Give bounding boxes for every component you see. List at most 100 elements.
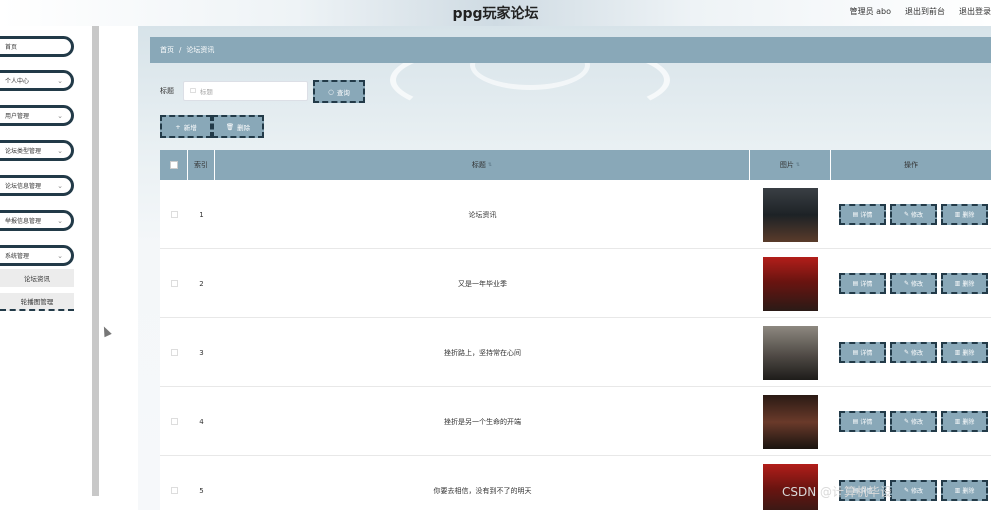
trash-icon: ▥	[954, 349, 961, 356]
sidebar-item-home[interactable]: 首页	[0, 36, 74, 57]
delete-button[interactable]: ▥ 删除	[941, 480, 988, 501]
delete-button[interactable]: ▥ 删除	[941, 342, 988, 363]
document-icon: ▤	[852, 280, 859, 287]
table-row: 2 又是一年毕业季 ▤ 详情 ✎ 修改 ▥ 删除	[160, 249, 991, 318]
table-row: 4 挫折是另一个生命的开端 ▤ 详情 ✎ 修改 ▥ 删除	[160, 387, 991, 456]
delete-button[interactable]: ▥ 删除	[941, 204, 988, 225]
trash-icon: ▥	[954, 487, 961, 494]
pencil-icon: ✎	[903, 211, 909, 218]
batch-delete-button[interactable]: 🗑 删除	[212, 115, 264, 138]
data-table: 索引 标题 ⇅ 图片 ⇅ 操作 1 论坛资讯 ▤ 详情 ✎ 修改 ▥ 删除 2 又是一年毕业季 ▤ 详情 ✎…	[160, 150, 991, 510]
row-title: 又是一年毕业季	[458, 279, 507, 288]
table-header: 索引 标题 ⇅ 图片 ⇅ 操作	[160, 150, 991, 180]
detail-button[interactable]: ▤ 详情	[839, 342, 886, 363]
site-title: ppg玩家论坛	[452, 6, 539, 22]
row-index: 1	[199, 210, 204, 219]
chevron-down-icon: ⌄	[57, 112, 63, 120]
admin-user-label: 管理员 abo	[849, 7, 891, 16]
breadcrumb: 首页 / 论坛资讯	[150, 37, 991, 63]
row-title: 论坛资讯	[468, 210, 497, 219]
column-title[interactable]: 标题 ⇅	[215, 150, 750, 180]
row-select-cell	[160, 456, 188, 510]
row-index: 2	[199, 279, 204, 288]
pencil-icon: ✎	[903, 487, 909, 494]
trash-icon: ▥	[954, 280, 961, 287]
search-button[interactable]: ○ 查询	[313, 80, 365, 103]
row-title: 挫折是另一个生命的开端	[444, 417, 521, 426]
delete-button[interactable]: ▥ 删除	[941, 273, 988, 294]
sidebar-item-forum-type-management[interactable]: 论坛类型管理 ⌄	[0, 140, 74, 161]
row-title: 挫折路上，坚持常在心间	[444, 348, 521, 357]
search-button-label: 查询	[336, 88, 350, 97]
chevron-down-icon: ⌄	[57, 252, 63, 260]
sidebar-item-label: 论坛类型管理	[5, 148, 42, 155]
poster-image	[763, 394, 818, 449]
select-all-cell	[160, 150, 188, 180]
chevron-down-icon: ⌄	[57, 147, 63, 155]
row-select-cell	[160, 180, 188, 249]
breadcrumb-current: 论坛资讯	[186, 46, 215, 54]
column-image[interactable]: 图片 ⇅	[750, 150, 831, 180]
row-image-cell	[750, 180, 831, 249]
top-header: ppg玩家论坛 管理员 abo 退出到前台 退出登录	[0, 0, 991, 26]
search-input[interactable]: ☐ 标题	[183, 81, 308, 101]
sidebar-item-label: 首页	[5, 44, 18, 51]
detail-button[interactable]: ▤ 详情	[839, 204, 886, 225]
header-links: 管理员 abo 退出到前台 退出登录	[850, 6, 991, 17]
sidebar-item-label: 论坛信息管理	[5, 183, 42, 190]
sidebar-item-report-management[interactable]: 举报信息管理 ⌄	[0, 210, 74, 231]
row-select-cell	[160, 387, 188, 456]
row-checkbox[interactable]	[170, 349, 178, 356]
add-button[interactable]: + 新增	[160, 115, 212, 138]
select-all-checkbox[interactable]	[169, 161, 178, 169]
sidebar-scrollbar[interactable]	[92, 26, 99, 496]
row-checkbox[interactable]	[170, 280, 178, 287]
edit-button[interactable]: ✎ 修改	[890, 411, 937, 432]
sidebar-item-personal-center[interactable]: 个人中心 ⌄	[0, 70, 74, 91]
row-checkbox[interactable]	[170, 211, 178, 218]
column-actions: 操作	[904, 161, 918, 169]
row-title: 你要去相信，没有到不了的明天	[433, 486, 532, 495]
logout-link[interactable]: 退出登录	[959, 6, 991, 17]
row-image-cell	[750, 249, 831, 318]
table-row: 1 论坛资讯 ▤ 详情 ✎ 修改 ▥ 删除	[160, 180, 991, 249]
pencil-icon: ✎	[903, 280, 909, 287]
row-image-cell	[750, 318, 831, 387]
trash-icon: ▥	[954, 211, 961, 218]
detail-button[interactable]: ▤ 详情	[839, 273, 886, 294]
sidebar: 首页 个人中心 ⌄ 用户管理 ⌄ 论坛类型管理 ⌄ 论坛信息管理 ⌄ 举报信息管…	[0, 26, 92, 510]
chevron-down-icon: ⌄	[57, 182, 63, 190]
document-icon: ▤	[852, 418, 859, 425]
sidebar-item-system-management[interactable]: 系统管理 ⌄	[0, 245, 74, 266]
breadcrumb-home[interactable]: 首页	[160, 45, 174, 55]
trash-icon: ▥	[954, 418, 961, 425]
edit-button[interactable]: ✎ 修改	[890, 204, 937, 225]
exit-to-front-link[interactable]: 退出到前台	[905, 6, 945, 17]
edit-button[interactable]: ✎ 修改	[890, 273, 937, 294]
row-index: 3	[199, 348, 204, 357]
watermark: CSDN @计算机毕设	[782, 485, 893, 499]
sort-icon: ⇅	[487, 162, 493, 168]
delete-button-label: 删除	[237, 123, 251, 132]
delete-button[interactable]: ▥ 删除	[941, 411, 988, 432]
sidebar-item-label: 举报信息管理	[5, 218, 42, 225]
search-icon: ○	[328, 87, 334, 96]
pencil-icon: ✎	[903, 349, 909, 356]
row-checkbox[interactable]	[170, 418, 178, 425]
submenu-item-carousel-management[interactable]: 轮播图管理	[0, 293, 74, 311]
row-select-cell	[160, 249, 188, 318]
row-checkbox[interactable]	[170, 487, 178, 494]
sidebar-item-forum-info-management[interactable]: 论坛信息管理 ⌄	[0, 175, 74, 196]
trash-icon: 🗑	[225, 122, 235, 131]
row-image-cell	[750, 387, 831, 456]
submenu-item-forum-news[interactable]: 论坛资讯	[0, 269, 74, 287]
detail-button[interactable]: ▤ 详情	[839, 411, 886, 432]
table-row: 3 挫折路上，坚持常在心间 ▤ 详情 ✎ 修改 ▥ 删除	[160, 318, 991, 387]
poster-image	[763, 325, 818, 380]
edit-button[interactable]: ✎ 修改	[890, 480, 937, 501]
sort-icon: ⇅	[795, 162, 801, 168]
row-select-cell	[160, 318, 188, 387]
edit-button[interactable]: ✎ 修改	[890, 342, 937, 363]
chevron-down-icon: ⌄	[57, 217, 63, 225]
sidebar-item-user-management[interactable]: 用户管理 ⌄	[0, 105, 74, 126]
